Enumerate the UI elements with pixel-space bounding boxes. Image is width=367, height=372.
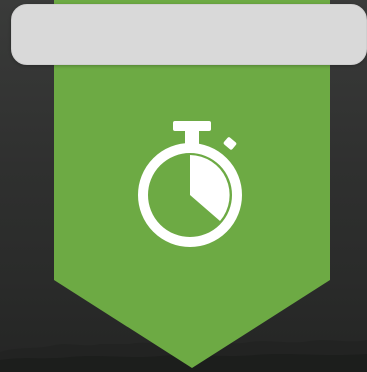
stopwatch-stem bbox=[185, 130, 199, 144]
stopwatch-icon bbox=[138, 121, 242, 247]
stopwatch-side-button bbox=[223, 137, 237, 150]
stopwatch-top-button bbox=[173, 121, 211, 131]
top-bar bbox=[11, 4, 367, 65]
